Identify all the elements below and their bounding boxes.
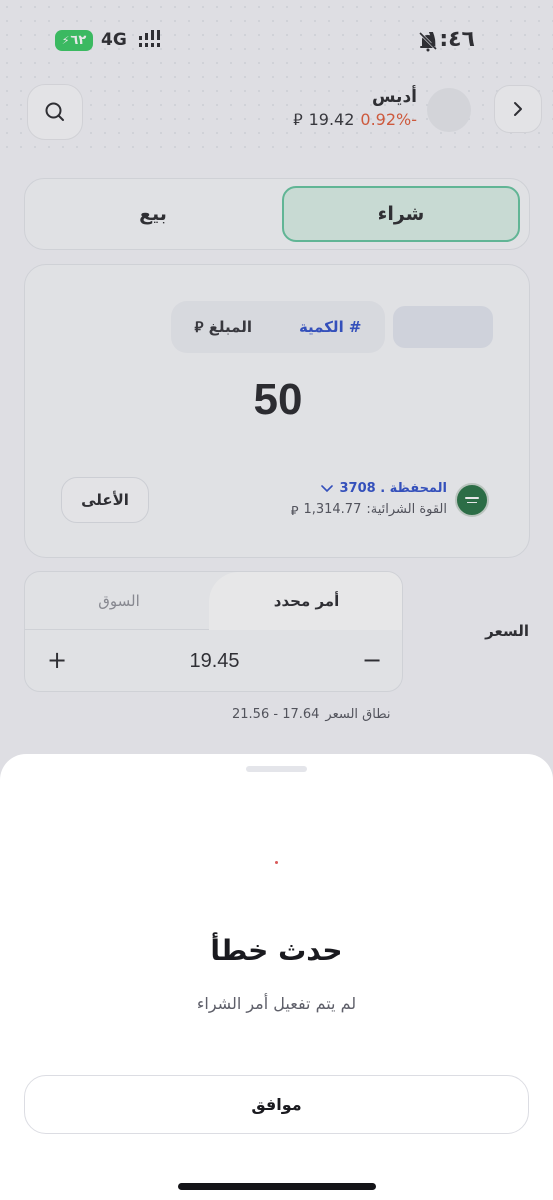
home-indicator[interactable]: [178, 1183, 376, 1190]
error-message: لم يتم تفعيل أمر الشراء: [196, 994, 357, 1013]
error-bottom-sheet: حدث خطأ لم يتم تفعيل أمر الشراء موافق: [0, 754, 553, 1200]
ok-button[interactable]: موافق: [24, 1075, 529, 1134]
error-indicator-dot: [275, 861, 278, 864]
sheet-drag-handle[interactable]: [246, 766, 307, 772]
error-title: حدث خطأ: [210, 934, 343, 967]
